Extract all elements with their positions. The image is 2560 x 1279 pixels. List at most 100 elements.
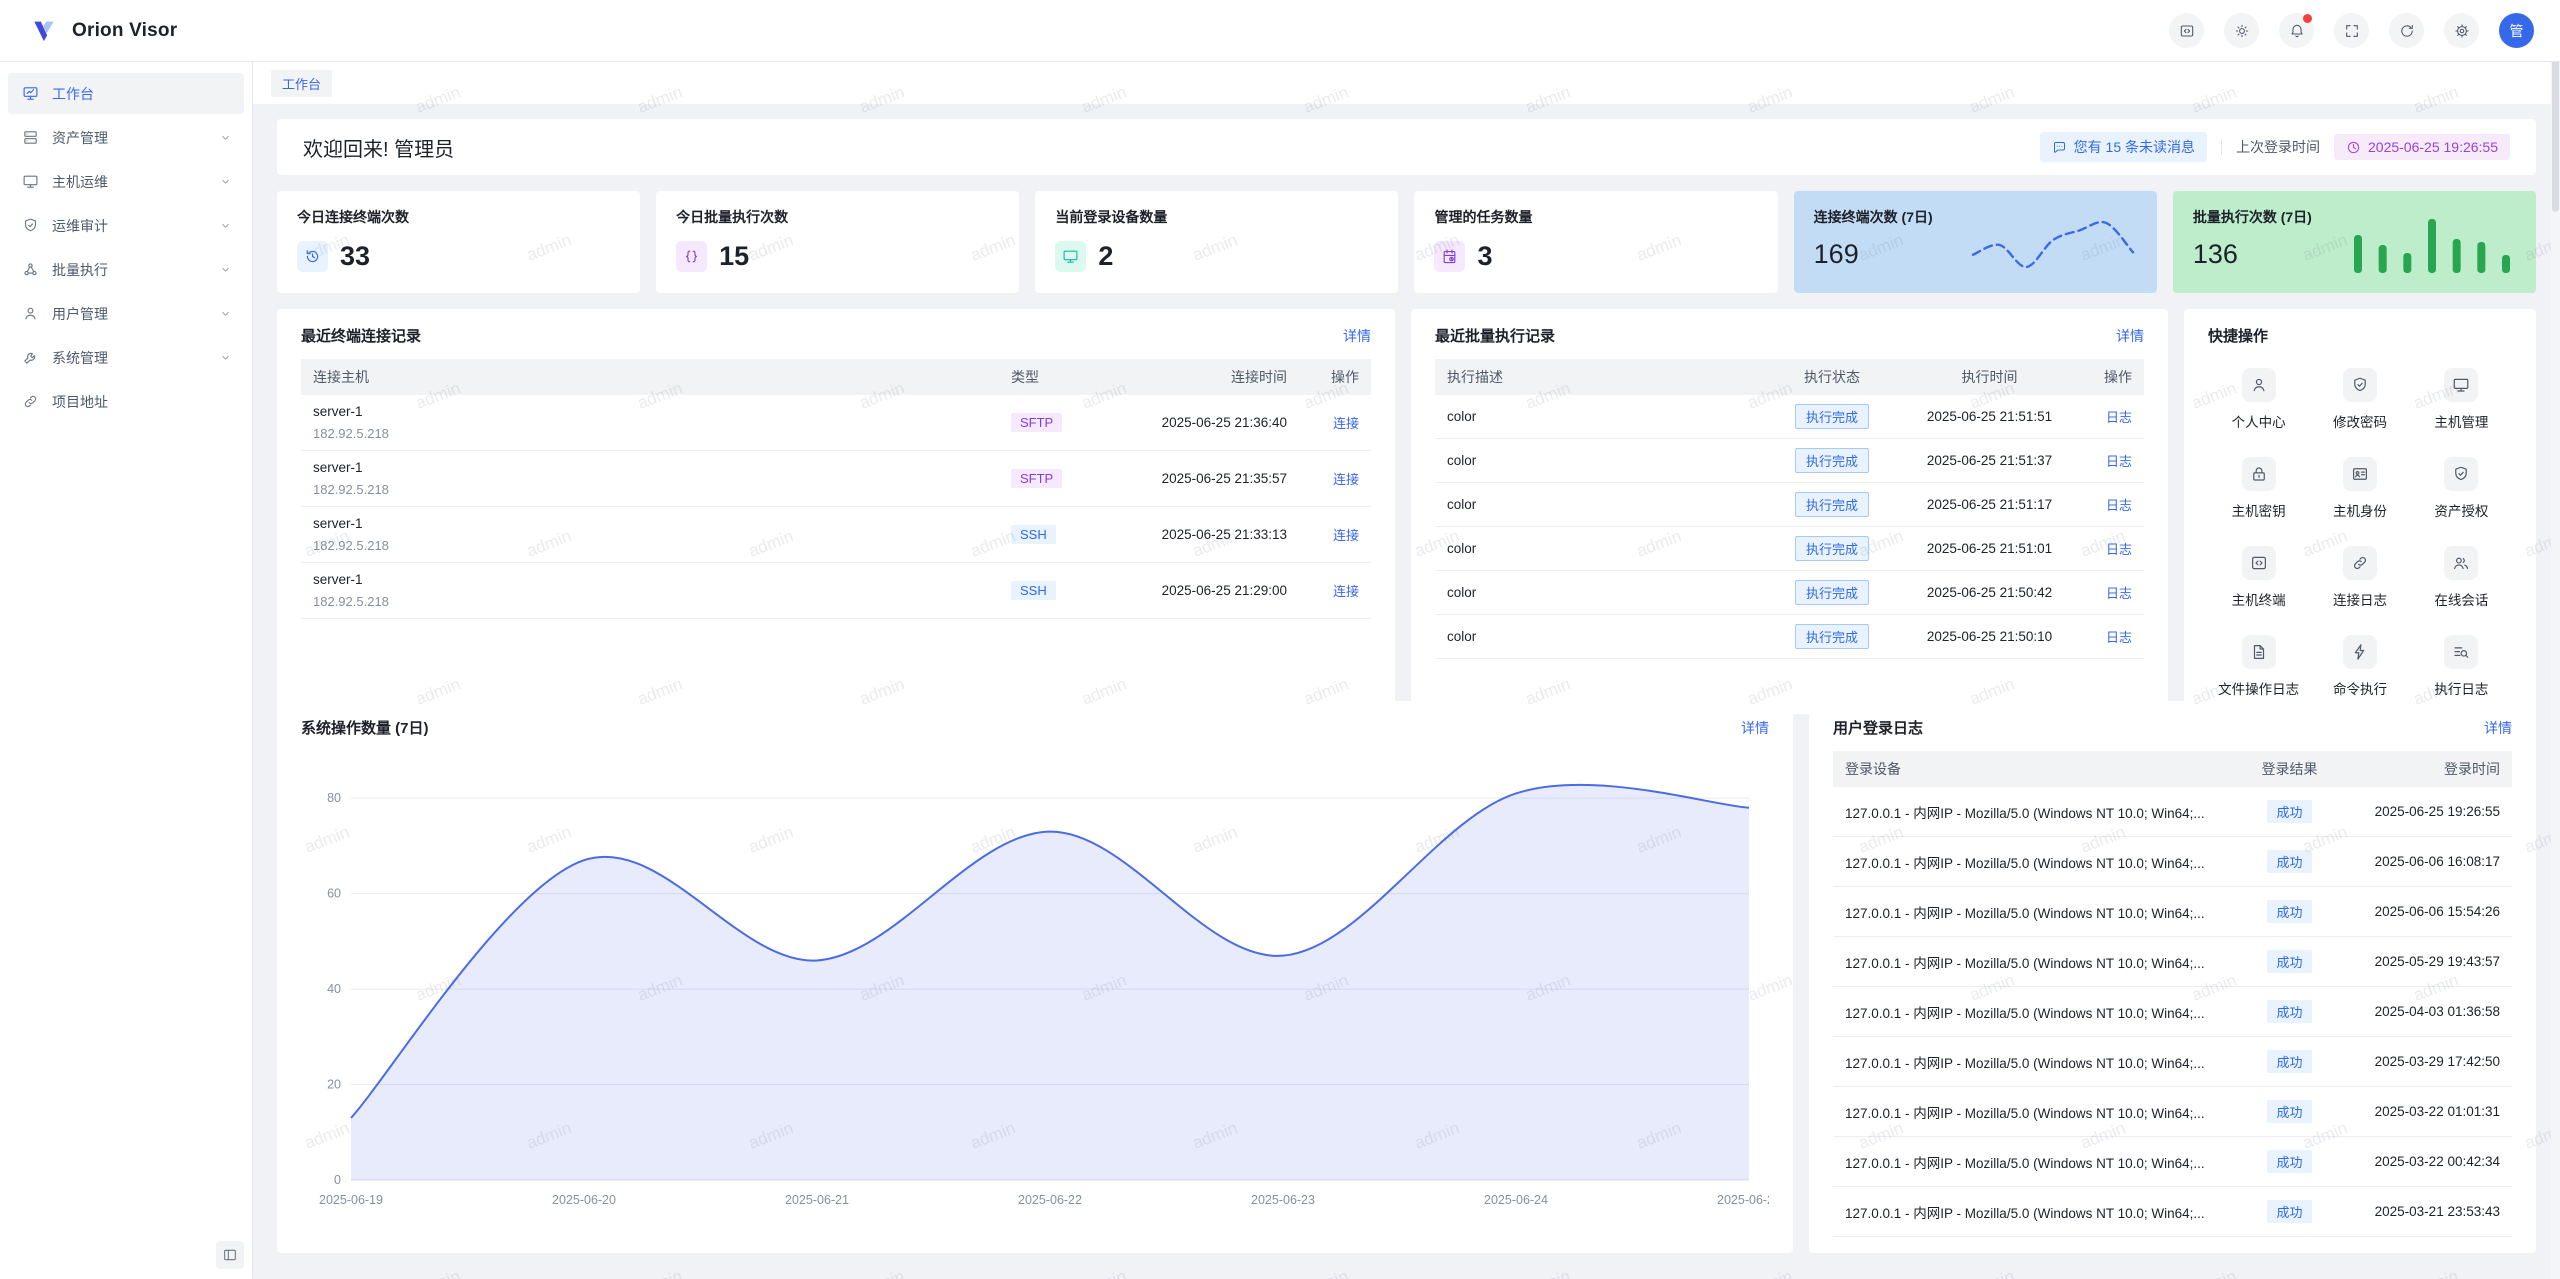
time-cell: 2025-03-29 17:42:50: [2337, 1037, 2512, 1087]
quick-op-code-square[interactable]: 主机终端: [2208, 546, 2309, 609]
sidebar-item-wrench[interactable]: 系统管理: [8, 337, 244, 378]
quick-op-users[interactable]: 在线会话: [2411, 546, 2512, 609]
sidebar-item-link[interactable]: 项目地址: [8, 381, 244, 422]
quick-op-label: 个人中心: [2232, 411, 2286, 431]
svg-text:40: 40: [327, 982, 341, 996]
quick-op-search-list[interactable]: 执行日志: [2411, 635, 2512, 698]
lock-icon: [2242, 457, 2276, 491]
connect-link[interactable]: 连接: [1333, 584, 1359, 599]
device-cell: 127.0.0.1 - 内网IP - Mozilla/5.0 (Windows …: [1833, 1137, 2242, 1187]
time-cell: 2025-03-22 01:01:31: [2337, 1087, 2512, 1137]
quick-op-bolt[interactable]: 命令执行: [2309, 635, 2410, 698]
quick-op-user[interactable]: 个人中心: [2208, 368, 2309, 431]
quick-op-shield-check[interactable]: 修改密码: [2309, 368, 2410, 431]
quick-op-label: 命令执行: [2333, 678, 2387, 698]
quick-op-label: 执行日志: [2434, 678, 2488, 698]
svg-text:80: 80: [327, 791, 341, 805]
table-row: server-1182.92.5.218SFTP2025-06-25 21:36…: [301, 395, 1371, 451]
refresh-button[interactable]: [2389, 13, 2424, 48]
code-square-icon: [2179, 23, 2195, 39]
breadcrumb[interactable]: 工作台: [271, 70, 332, 97]
theme-button[interactable]: [2224, 13, 2259, 48]
scrollbar[interactable]: [2551, 0, 2560, 1279]
shield-check-icon: [22, 217, 39, 234]
type-cell: SFTP: [999, 395, 1109, 451]
top-header: Orion Visor 管: [0, 0, 2560, 62]
log-link[interactable]: 日志: [2106, 586, 2132, 601]
sidebar-item-user[interactable]: 用户管理: [8, 293, 244, 334]
desc-cell: color: [1435, 571, 1767, 615]
type-cell: SSH: [999, 563, 1109, 619]
monitor-icon: [2444, 368, 2478, 402]
connect-link[interactable]: 连接: [1333, 472, 1359, 487]
sidebar-item-monitor[interactable]: 主机运维: [8, 161, 244, 202]
log-link[interactable]: 日志: [2106, 630, 2132, 645]
device-cell: 127.0.0.1 - 内网IP - Mozilla/5.0 (Windows …: [1833, 1087, 2242, 1137]
col-header: 登录时间: [2337, 751, 2512, 787]
connect-link[interactable]: 连接: [1333, 416, 1359, 431]
quick-op-id-card[interactable]: 主机身份: [2309, 457, 2410, 520]
app-root: Orion Visor 管 工作台资产管理主机运维运维审计批量执行用户管理系统管…: [0, 0, 2560, 1279]
stat-value: 3: [1477, 241, 1492, 272]
id-card-icon: [2343, 457, 2377, 491]
quick-op-monitor[interactable]: 主机管理: [2411, 368, 2512, 431]
app-logo[interactable]: Orion Visor: [30, 16, 177, 46]
panel-title: 最近终端连接记录: [301, 325, 421, 346]
sidebar-item-workbench[interactable]: 工作台: [8, 73, 244, 114]
notifications-button[interactable]: [2279, 13, 2314, 48]
quick-op-label: 连接日志: [2333, 589, 2387, 609]
connect-link[interactable]: 连接: [1333, 528, 1359, 543]
stat-label: 今日连接终端次数: [297, 207, 620, 227]
exec-status-badge: 执行完成: [1795, 624, 1869, 649]
device-cell: 127.0.0.1 - 内网IP - Mozilla/5.0 (Windows …: [1833, 787, 2242, 837]
sidebar-menu: 工作台资产管理主机运维运维审计批量执行用户管理系统管理项目地址: [8, 70, 244, 425]
user-avatar[interactable]: 管: [2499, 13, 2534, 48]
sidebar-item-cluster[interactable]: 批量执行: [8, 249, 244, 290]
sidebar-item-shield-check[interactable]: 运维审计: [8, 205, 244, 246]
monitor-icon: [22, 173, 39, 190]
quick-op-label: 主机密钥: [2232, 500, 2286, 520]
users-icon: [2444, 546, 2478, 580]
host-cell: server-1182.92.5.218: [301, 451, 999, 507]
quick-op-label: 在线会话: [2434, 589, 2488, 609]
ops-chart-detail-link[interactable]: 详情: [1741, 718, 1769, 738]
fullscreen-button[interactable]: [2334, 13, 2369, 48]
sidebar-collapse-icon[interactable]: [216, 1241, 244, 1269]
trend-card-label: 批量执行次数 (7日): [2193, 207, 2312, 227]
sidebar-item-assets[interactable]: 资产管理: [8, 117, 244, 158]
trend-bar-card: 批量执行次数 (7日)136: [2173, 191, 2536, 293]
log-link[interactable]: 日志: [2106, 454, 2132, 469]
col-header: 登录结果: [2242, 751, 2337, 787]
history-icon: [297, 241, 328, 272]
exec-detail-link[interactable]: 详情: [2116, 326, 2144, 346]
quick-op-label: 主机管理: [2434, 411, 2488, 431]
quick-op-lock[interactable]: 主机密钥: [2208, 457, 2309, 520]
terminal-detail-link[interactable]: 详情: [1343, 326, 1371, 346]
code-button[interactable]: [2169, 13, 2204, 48]
login-log-detail-link[interactable]: 详情: [2484, 718, 2512, 738]
quick-op-link[interactable]: 连接日志: [2309, 546, 2410, 609]
sidebar-item-label: 用户管理: [52, 304, 219, 324]
login-result-badge: 成功: [2267, 1200, 2311, 1223]
log-link[interactable]: 日志: [2106, 410, 2132, 425]
table-row: color执行完成2025-06-25 21:51:17日志: [1435, 483, 2144, 527]
desc-cell: color: [1435, 615, 1767, 659]
desc-cell: color: [1435, 527, 1767, 571]
time-cell: 2025-06-25 21:51:01: [1897, 527, 2082, 571]
quick-op-file-text[interactable]: 文件操作日志: [2208, 635, 2309, 698]
table-row: color执行完成2025-06-25 21:51:51日志: [1435, 395, 2144, 439]
quick-op-shield-check[interactable]: 资产授权: [2411, 457, 2512, 520]
sidebar-item-label: 批量执行: [52, 260, 219, 280]
exec-status-badge: 执行完成: [1795, 404, 1869, 429]
table-row: 127.0.0.1 - 内网IP - Mozilla/5.0 (Windows …: [1833, 887, 2512, 937]
sparkline-chart: [1933, 207, 2137, 277]
sidebar: 工作台资产管理主机运维运维审计批量执行用户管理系统管理项目地址: [0, 62, 253, 1279]
log-link[interactable]: 日志: [2106, 498, 2132, 513]
login-result-badge: 成功: [2267, 1050, 2311, 1073]
unread-messages-badge[interactable]: 您有 15 条未读消息: [2040, 132, 2207, 162]
settings-button[interactable]: [2444, 13, 2479, 48]
panel-title: 最近批量执行记录: [1435, 325, 1555, 346]
svg-text:2025-06-22: 2025-06-22: [1018, 1193, 1082, 1207]
sidebar-item-label: 项目地址: [52, 392, 232, 412]
log-link[interactable]: 日志: [2106, 542, 2132, 557]
